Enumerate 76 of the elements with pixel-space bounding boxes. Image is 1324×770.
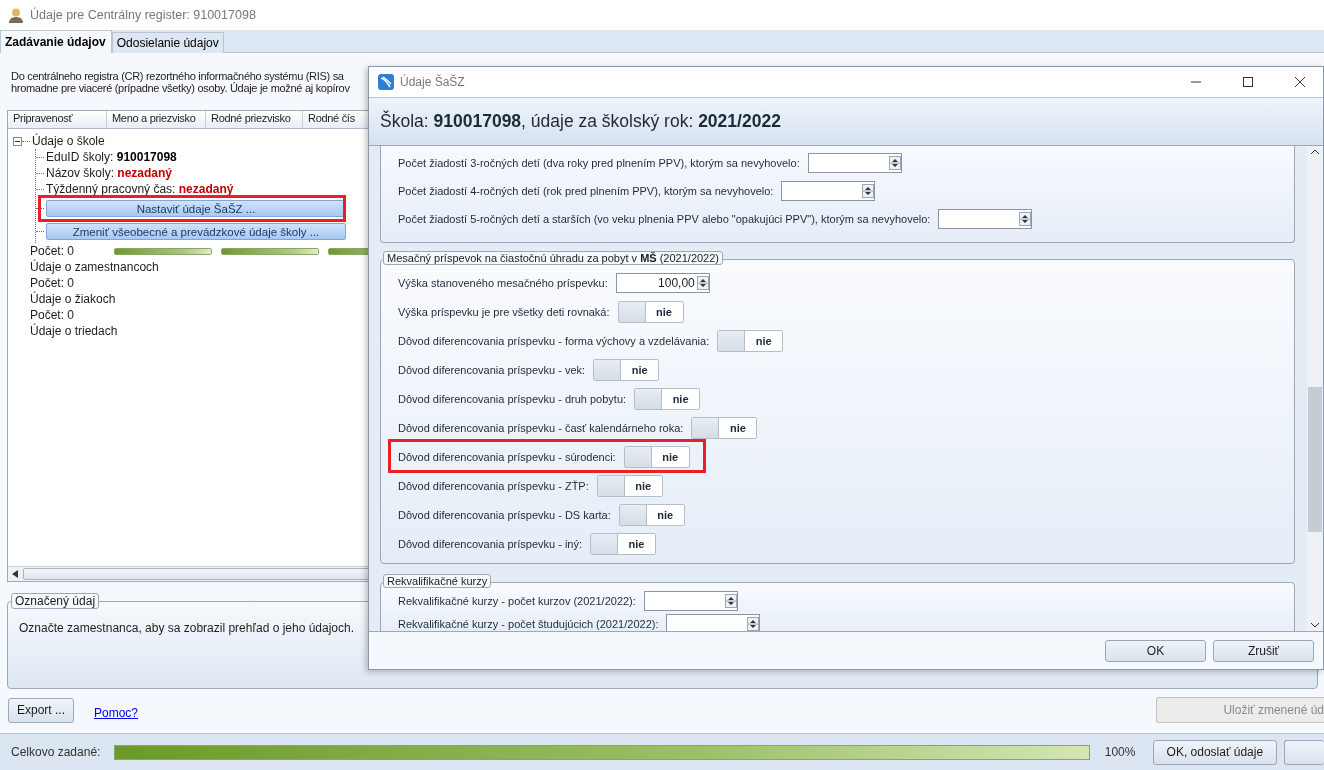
field-label: Dôvod diferencovania príspevku - vek: [398,363,586,376]
dialog-button[interactable]: Zrušiť [1213,639,1314,662]
section-label: Údaje o triedach [30,324,118,338]
send-button[interactable]: OK, odoslať údaje [1152,739,1278,765]
field-label: Dôvod diferencovania príspevku - iný: [398,537,583,550]
toggle-switch[interactable]: nie [717,329,784,352]
dialog-button[interactable]: OK [1105,639,1206,662]
tree-action-button[interactable]: Nastaviť údaje ŠaŠZ ... [46,200,346,217]
tree-item[interactable]: EduID školy: 910017098 [46,150,177,164]
field-label: Dôvod diferencovania príspevku - ZŤP: [398,479,589,492]
status-label: Celkovo zadané: [11,745,102,759]
number-field[interactable] [666,613,761,631]
field-label: Rekvalifikačné kurzy - počet kurzov (2021/2022): [398,594,636,607]
tab[interactable]: Zadávanie údajov [0,30,112,53]
toggle-switch[interactable]: nie [634,387,701,410]
toggle-switch[interactable]: nie [617,300,684,323]
field-label: Dôvod diferencovania príspevku - časť kalendárneho roka: [398,421,684,434]
description-text: hromadne pre viaceré (prípadne všetky) osoby. Údaje je možné aj kopírov [11,82,350,94]
toggle-switch[interactable]: nie [596,474,663,497]
spin-arrows-icon[interactable] [747,616,760,631]
field-label: Dôvod diferencovania príspevku - súrodenci: [398,450,616,463]
spin-arrows-icon[interactable] [888,156,901,170]
field-label: Počet žiadostí 5-ročných detí a starších (vo veku plnenia PPV alebo "opakujúci PPV"), ktorým sa nevyhovelo: [398,213,931,225]
field-label: Dôvod diferencovania príspevku - DS karta: [398,508,611,521]
spin-arrows-icon[interactable] [862,184,875,198]
scroll-down-icon[interactable] [1310,622,1320,628]
group-title: Rekvalifikačné kurzy [383,574,492,588]
export-button[interactable]: Export ... [8,697,74,723]
field-label: Rekvalifikačné kurzy - počet študujúcich (2021/2022): [398,617,659,630]
spin-arrows-icon[interactable] [696,275,709,290]
column-header[interactable]: Rodné priezvisko [206,111,303,128]
tab[interactable]: Odosielanie údajov [111,32,224,53]
hint-text: Označte zamestnanca, aby sa zobrazil prehľad o jeho údajoch. [19,621,355,635]
section-label: Údaje o žiakoch [30,292,116,306]
field-label: Výška stanoveného mesačného príspevku: [398,276,608,289]
field-label: Dôvod diferencovania príspevku - forma výchovy a vzdelávania: [398,334,710,347]
toggle-switch[interactable]: nie [623,445,690,468]
toggle-switch[interactable]: nie [618,503,685,526]
tree-action-button[interactable]: Zmeniť všeobecné a prevádzkové údaje školy ... [46,223,346,240]
field-label: Dôvod diferencovania príspevku - druh pobytu: [398,392,627,405]
spin-arrows-icon[interactable] [724,593,737,608]
tree-item[interactable]: Týždenný pracovný čas: nezadaný [46,182,234,196]
toggle-switch[interactable]: nie [590,532,657,555]
vertical-scrollbar[interactable] [1307,146,1323,631]
help-link[interactable]: Pomoc? [94,706,139,720]
scroll-up-icon[interactable] [1310,149,1320,155]
app-icon [378,74,394,90]
count-label: Počet: 0 [30,276,76,290]
column-header[interactable]: Pripravenosť [8,111,107,128]
column-header[interactable]: Meno a priezvisko [107,111,206,128]
number-field[interactable]: 100,00 [615,272,710,293]
window-title: Údaje pre Centrálny register: 910017098 [30,8,256,22]
number-field[interactable] [643,590,738,611]
field-label: Počet žiadostí 3-ročných detí (dva roky pred plnením PPV), ktorým sa nevyhovelo: [398,157,800,169]
toggle-switch[interactable]: nie [691,416,758,439]
toggle-switch[interactable]: nie [593,358,660,381]
progress-reading: 100% [1104,745,1137,759]
count-label: Počet: 0 [30,244,76,258]
scroll-left-icon[interactable] [12,570,18,578]
tree-item[interactable]: Názov školy: nezadaný [46,166,173,180]
collapse-icon[interactable] [13,136,22,146]
number-field[interactable] [938,209,1033,229]
field-label: Počet žiadostí 4-ročných detí (rok pred plnením PPV), ktorým sa nevyhovelo: [398,185,774,197]
count-label: Počet: 0 [30,308,76,322]
field-label: Výška príspevku je pre všetky deti rovnaká: [398,305,610,318]
group-title: Označený údaj [11,593,100,609]
heading: Škola: 910017098, údaje za školský rok: 2021/2022 [380,111,781,132]
group-title: Mesačný príspevok na čiastočnú úhradu za pobyt v MŠ (2021/2022) [383,251,724,265]
user-icon [8,7,24,23]
tree-item[interactable]: Údaje o škole [32,134,105,148]
dialog-title: Údaje ŠaŠZ [400,75,465,89]
number-field[interactable] [807,153,902,173]
number-field[interactable] [781,181,876,201]
section-label: Údaje o zamestnancoch [30,260,159,274]
description-text: Do centrálneho registra (CR) rezortného informačného systému (RIS) sa [11,70,344,82]
spin-arrows-icon[interactable] [1019,212,1032,226]
